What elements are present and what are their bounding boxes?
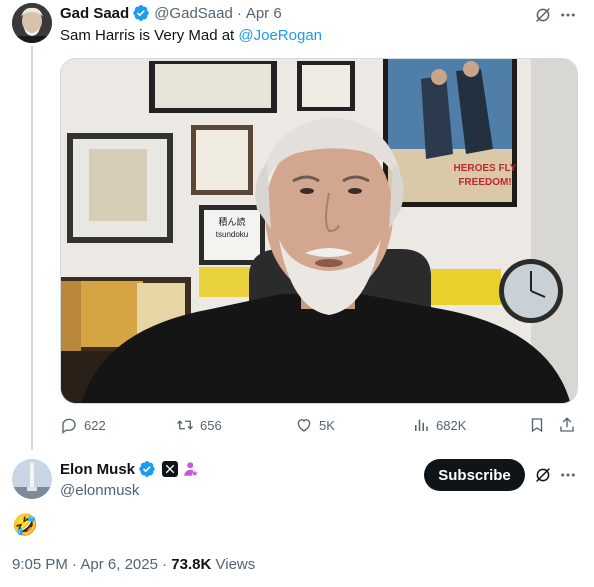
meta-separator: · <box>72 556 78 573</box>
reply-button[interactable]: 622 <box>60 416 106 434</box>
like-count: 5K <box>319 417 335 433</box>
thread-connector-line <box>31 46 33 450</box>
like-icon <box>297 419 311 432</box>
views-button[interactable]: 682K <box>412 416 466 434</box>
reply-author-handle[interactable]: @elonmusk <box>60 482 139 499</box>
more-icon[interactable] <box>557 4 579 26</box>
share-icon <box>560 417 574 432</box>
tweet-date[interactable]: Apr 6 <box>246 5 282 22</box>
author-avatar[interactable] <box>12 3 52 43</box>
tweet-text: Sam Harris is Very Mad at @JoeRogan <box>60 27 322 44</box>
author-name[interactable]: Gad Saad <box>60 5 129 22</box>
verified-badge-icon <box>132 4 150 22</box>
tweet-actions: 622 656 5K 682K <box>60 416 580 438</box>
affiliate-icon[interactable] <box>182 460 200 478</box>
verified-badge-icon <box>138 460 156 478</box>
reply-author-name[interactable]: Elon Musk <box>60 461 135 478</box>
poster-line2: FREEDOM! <box>458 177 511 188</box>
repost-icon <box>177 420 193 430</box>
poster-line1: HEROES FLY <box>454 163 517 174</box>
reply-time[interactable]: 9:05 PM <box>12 556 68 573</box>
reply-date[interactable]: Apr 6, 2025 <box>80 556 158 573</box>
reply-author-avatar[interactable] <box>12 459 52 499</box>
reply-meta: 9:05 PM · Apr 6, 2025 · 73.8K Views <box>12 556 255 573</box>
mention-link[interactable]: @JoeRogan <box>238 27 322 44</box>
tweet-text-body: Sam Harris is Very Mad at <box>60 27 239 44</box>
reply-header: Elon Musk <box>60 459 200 479</box>
repost-button[interactable]: 656 <box>176 416 222 434</box>
share-button[interactable] <box>558 416 582 434</box>
view-count: 682K <box>436 417 467 433</box>
reply-count: 622 <box>84 417 106 433</box>
more-icon[interactable] <box>557 464 579 486</box>
like-button[interactable]: 5K <box>295 416 335 434</box>
author-handle[interactable]: @GadSaad <box>154 5 233 22</box>
video-media[interactable]: 積ん読 tsundoku HEROES FLY FREEDOM! <box>60 58 578 404</box>
views-icon <box>415 419 428 431</box>
x-logo-icon[interactable] <box>162 461 179 477</box>
reply-text-emoji: 🤣 <box>12 513 39 537</box>
reply-handle-row: @elonmusk <box>60 480 139 500</box>
header-separator: · <box>236 4 242 22</box>
reply-icon <box>62 418 76 434</box>
bookmark-button[interactable] <box>528 416 552 434</box>
tweet-header: Gad Saad @GadSaad · Apr 6 <box>60 3 282 23</box>
repost-count: 656 <box>200 417 222 433</box>
book-label-text: tsundoku <box>216 230 248 239</box>
bookmark-icon <box>531 418 543 433</box>
grok-icon[interactable] <box>532 464 554 486</box>
svg-text:積ん読: 積ん読 <box>218 216 245 228</box>
reply-view-count: 73.8K <box>171 556 212 573</box>
subscribe-button[interactable]: Subscribe <box>424 459 525 491</box>
meta-separator-2: · <box>162 556 168 573</box>
grok-icon[interactable] <box>532 4 554 26</box>
reply-views-label: Views <box>215 556 256 573</box>
